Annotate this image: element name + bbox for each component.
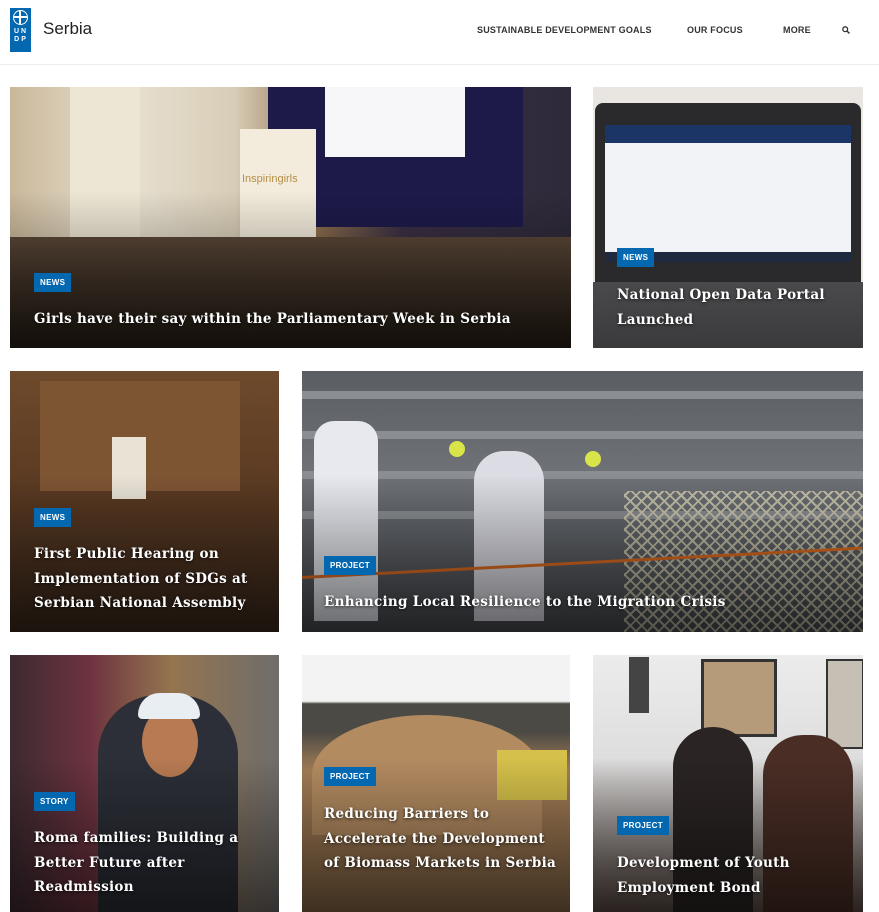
category-badge: PROJECT (324, 556, 376, 575)
undp-logo[interactable]: U N D P (10, 8, 31, 52)
card-title[interactable]: Enhancing Local Resilience to the Migrat… (324, 590, 726, 615)
logo-letter: D (14, 36, 21, 43)
story-card-migration-resilience[interactable]: PROJECT Enhancing Local Resilience to th… (302, 371, 863, 632)
category-badge: STORY (34, 792, 75, 811)
category-badge: NEWS (617, 248, 655, 267)
category-badge: NEWS (34, 508, 72, 527)
story-card-public-hearing-sdgs[interactable]: NEWS First Public Hearing on Implementat… (10, 371, 279, 632)
logo-letter: U (13, 28, 20, 35)
card-title[interactable]: Roma families: Building a Better Future … (34, 826, 264, 900)
category-badge: PROJECT (324, 767, 376, 786)
site-header: U N D P Serbia SUSTAINABLE DEVELOPMENT G… (0, 0, 879, 65)
category-badge: NEWS (34, 273, 72, 292)
category-badge: PROJECT (617, 816, 669, 835)
story-card-roma-families[interactable]: STORY Roma families: Building a Better F… (10, 655, 279, 912)
card-title[interactable]: Development of Youth Employment Bond (617, 851, 837, 900)
nav-item-our-focus[interactable]: OUR FOCUS (687, 25, 743, 35)
card-title[interactable]: First Public Hearing on Implementation o… (34, 542, 274, 616)
card-title[interactable]: Reducing Barriers to Accelerate the Deve… (324, 802, 564, 876)
logo-letter: P (21, 36, 27, 43)
card-title[interactable]: National Open Data Portal Launched (617, 283, 847, 332)
search-icon[interactable] (842, 26, 850, 34)
banner-text: Inspiringirls (242, 173, 298, 185)
un-globe-icon (13, 10, 28, 25)
site-title[interactable]: Serbia (43, 19, 92, 39)
tennis-ball (449, 441, 465, 457)
nav-item-more[interactable]: MORE (783, 25, 811, 35)
story-card-biomass-markets[interactable]: PROJECT Reducing Barriers to Accelerate … (302, 655, 570, 912)
tennis-ball (585, 451, 601, 467)
story-card-open-data-portal[interactable]: NEWS National Open Data Portal Launched (593, 87, 863, 348)
projection-screen (325, 87, 465, 157)
story-card-youth-employment-bond[interactable]: PROJECT Development of Youth Employment … (593, 655, 863, 912)
story-card-girls-parliamentary-week[interactable]: Inspiringirls NEWS Girls have their say … (10, 87, 571, 348)
nav-item-sdgs[interactable]: SUSTAINABLE DEVELOPMENT GOALS (477, 25, 652, 35)
card-title[interactable]: Girls have their say within the Parliame… (34, 307, 511, 332)
logo-letter: N (21, 28, 28, 35)
